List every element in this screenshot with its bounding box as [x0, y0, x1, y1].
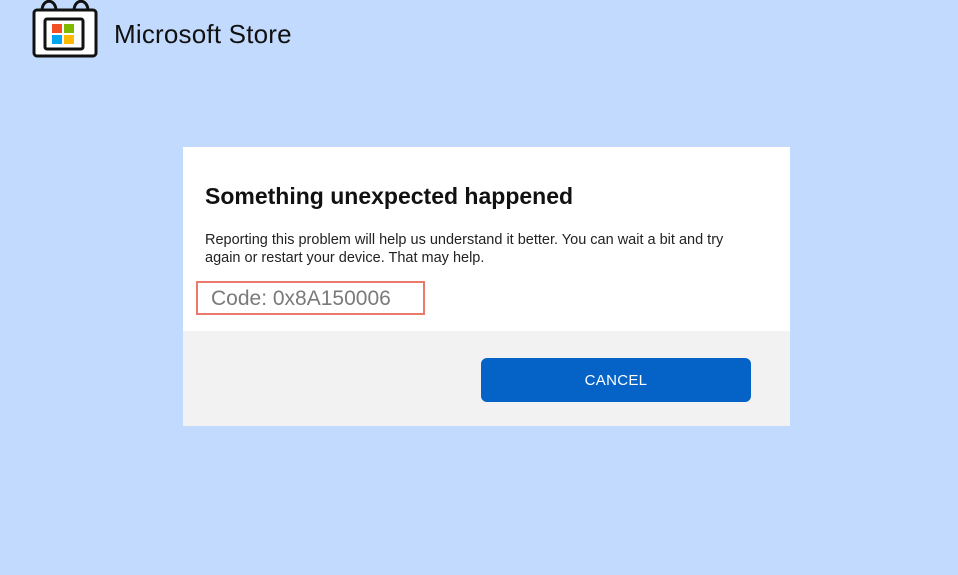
error-code: Code: 0x8A150006: [211, 287, 391, 310]
microsoft-store-icon: [30, 0, 100, 62]
dialog-title: Something unexpected happened: [205, 183, 574, 209]
app-header: Microsoft Store: [30, 0, 292, 62]
dialog-footer: CANCEL: [183, 331, 790, 426]
error-dialog: Something unexpected happened Reporting …: [183, 147, 790, 426]
app-title: Microsoft Store: [114, 18, 292, 49]
error-code-highlight: Code: 0x8A150006: [196, 281, 425, 315]
cancel-button[interactable]: CANCEL: [481, 358, 751, 402]
dialog-message: Reporting this problem will help us unde…: [205, 232, 724, 266]
dialog-body: Something unexpected happened Reporting …: [183, 147, 790, 331]
